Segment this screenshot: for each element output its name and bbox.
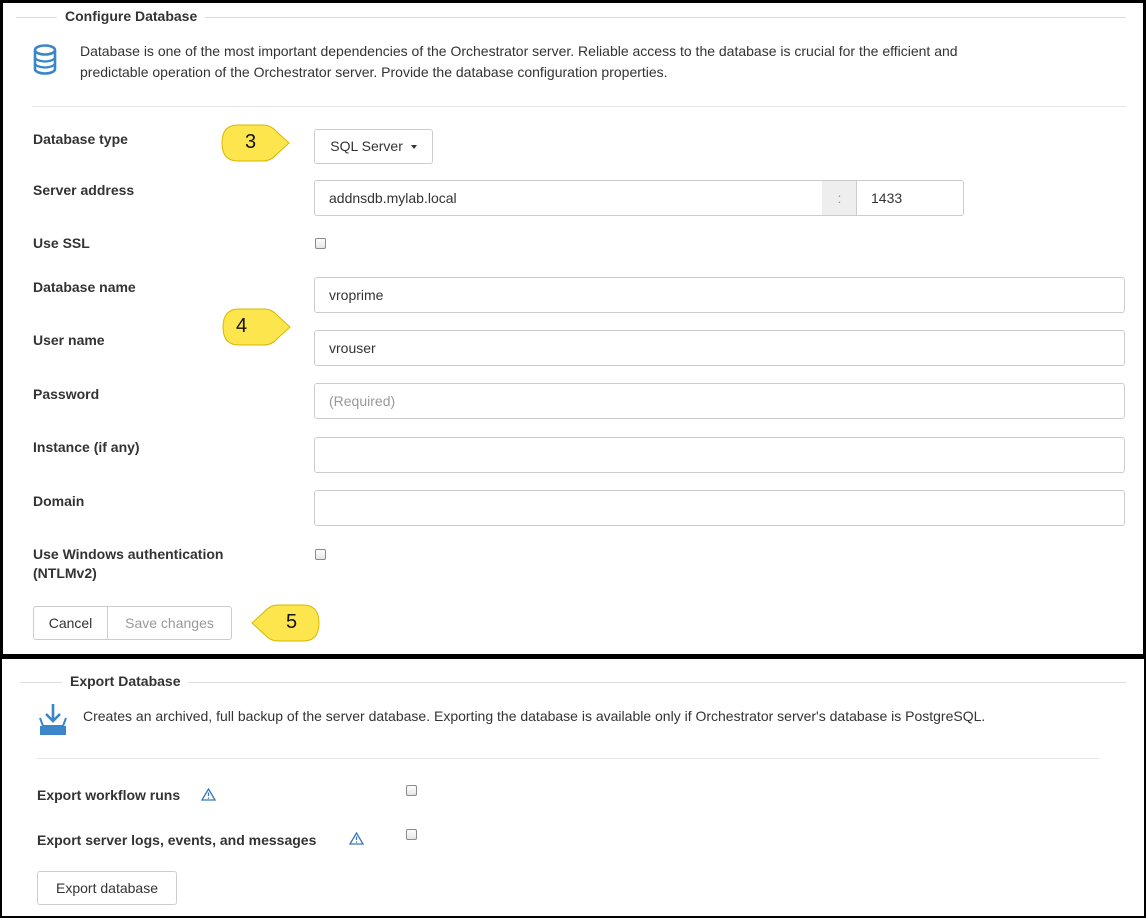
- database-name-label: Database name: [33, 279, 136, 295]
- export-description: Creates an archived, full backup of the …: [83, 708, 986, 724]
- password-label: Password: [33, 386, 100, 402]
- warning-icon[interactable]: [200, 787, 217, 804]
- cancel-button[interactable]: Cancel: [33, 606, 108, 640]
- windows-auth-label-line-2: (NTLMv2): [33, 565, 97, 581]
- download-tray-icon: [37, 702, 69, 739]
- use-ssl-checkbox[interactable]: [315, 238, 326, 249]
- configure-legend: Configure Database: [57, 8, 206, 24]
- database-type-label: Database type: [33, 131, 128, 147]
- callout-5-number: 5: [286, 611, 298, 633]
- export-database-button[interactable]: Export database: [37, 871, 177, 905]
- save-changes-button[interactable]: Save changes: [107, 606, 232, 640]
- caret-down-icon: [410, 145, 417, 150]
- domain-input[interactable]: [314, 490, 1125, 526]
- callout-4-number: 4: [236, 315, 248, 337]
- export-logs-checkbox[interactable]: [406, 829, 417, 840]
- database-type-value: SQL Server: [330, 138, 403, 154]
- database-name-input[interactable]: vroprime: [314, 277, 1125, 313]
- user-name-label: User name: [33, 332, 105, 348]
- callout-3-number: 3: [245, 131, 257, 153]
- password-input[interactable]: (Required): [314, 383, 1125, 419]
- server-port-input[interactable]: 1433: [856, 180, 964, 216]
- server-address-label: Server address: [33, 182, 135, 198]
- instance-label: Instance (if any): [33, 439, 140, 455]
- user-name-input[interactable]: vrouser: [314, 330, 1125, 366]
- windows-auth-checkbox[interactable]: [315, 549, 326, 560]
- database-icon: [32, 44, 58, 79]
- configure-description-line-2: predictable operation of the Orchestrato…: [80, 64, 668, 80]
- database-type-dropdown[interactable]: SQL Server: [314, 129, 433, 164]
- export-workflow-runs-checkbox[interactable]: [406, 785, 417, 796]
- configure-description-line-1: Database is one of the most important de…: [80, 43, 958, 59]
- export-workflow-runs-text: Export workflow runs: [37, 787, 181, 803]
- domain-label: Domain: [33, 493, 85, 509]
- instance-input[interactable]: [314, 437, 1125, 473]
- export-logs-text: Export server logs, events, and messages: [37, 832, 317, 848]
- windows-auth-label-line-1: Use Windows authentication: [33, 546, 224, 562]
- warning-icon[interactable]: [348, 831, 365, 848]
- export-legend: Export Database: [62, 673, 189, 689]
- use-ssl-label: Use SSL: [33, 235, 90, 251]
- port-separator: :: [822, 180, 857, 216]
- export-logs-label: Export server logs, events, and messages: [37, 831, 316, 849]
- configure-divider: [32, 106, 1126, 107]
- export-divider: [37, 758, 1099, 759]
- callout-4: [220, 307, 292, 350]
- export-workflow-runs-label: Export workflow runs: [37, 786, 180, 804]
- server-address-input[interactable]: addnsdb.mylab.local: [314, 180, 823, 216]
